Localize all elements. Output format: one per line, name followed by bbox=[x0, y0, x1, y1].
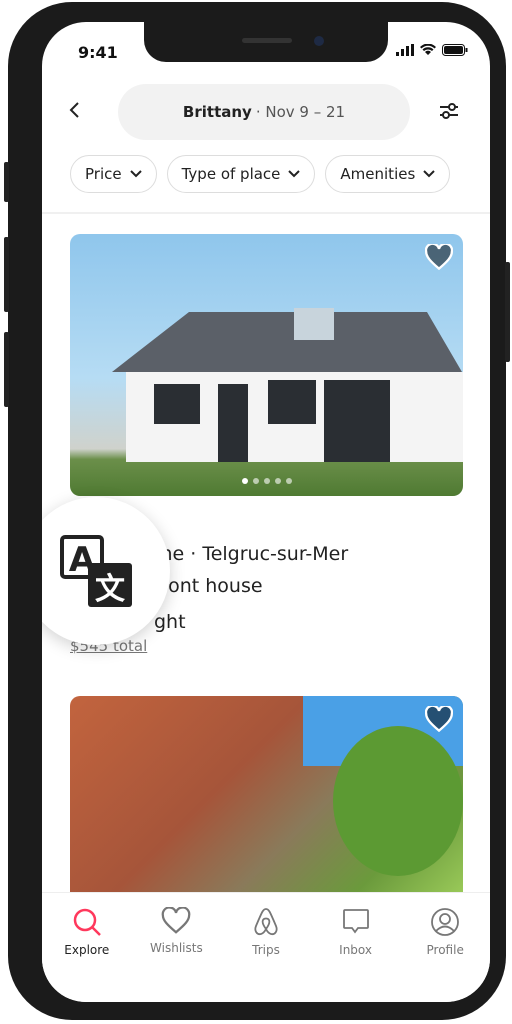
translate-overlay[interactable]: A 文 bbox=[42, 497, 170, 645]
bottom-tab-bar: Explore Wishlists Trips Inbox Profile bbox=[42, 892, 490, 1002]
listing-subtitle: front house bbox=[154, 575, 263, 597]
tab-label: Profile bbox=[426, 943, 464, 957]
search-location: Brittany bbox=[182, 103, 252, 121]
listing-price: ght bbox=[154, 611, 186, 633]
screen: 9:41 Brittany · Nov 9 – 21 Price Type of… bbox=[42, 22, 490, 1002]
chevron-down-icon bbox=[288, 170, 301, 178]
sliders-icon bbox=[440, 103, 458, 119]
house-image bbox=[98, 308, 463, 462]
search-icon bbox=[73, 908, 101, 936]
search-dates: · Nov 9 – 21 bbox=[255, 103, 346, 121]
chevron-down-icon bbox=[129, 170, 142, 178]
battery-icon bbox=[442, 44, 468, 56]
filter-type-of-place[interactable]: Type of place bbox=[166, 155, 316, 193]
airbnb-logo-icon bbox=[254, 908, 278, 936]
mute-switch bbox=[4, 162, 9, 202]
tab-profile[interactable]: Profile bbox=[405, 907, 485, 1002]
tab-label: Wishlists bbox=[150, 941, 203, 955]
wishlist-heart-button[interactable] bbox=[424, 704, 454, 736]
heart-icon bbox=[162, 907, 191, 934]
translate-icon: A 文 bbox=[60, 535, 132, 607]
listing-title: me · Telgruc-sur-Mer bbox=[154, 543, 349, 565]
signal-icon bbox=[396, 44, 414, 56]
tab-inbox[interactable]: Inbox bbox=[316, 907, 396, 1002]
svg-text:文: 文 bbox=[95, 572, 125, 607]
photo-pagination-dots bbox=[241, 478, 292, 484]
search-summary-button[interactable]: Brittany · Nov 9 – 21 bbox=[118, 84, 410, 140]
chevron-left-icon bbox=[69, 102, 79, 118]
status-time: 9:41 bbox=[78, 43, 118, 62]
tab-label: Trips bbox=[252, 943, 280, 957]
notch bbox=[144, 22, 388, 62]
listing-photo[interactable] bbox=[70, 234, 463, 496]
back-button[interactable] bbox=[68, 100, 82, 126]
header-divider bbox=[42, 212, 490, 214]
chip-label: Amenities bbox=[340, 165, 416, 183]
volume-up-button bbox=[4, 237, 9, 312]
listing-info[interactable]: me · Telgruc-sur-Mer front house ght bbox=[154, 538, 348, 638]
chip-label: Type of place bbox=[181, 165, 281, 183]
wishlist-heart-button[interactable] bbox=[424, 242, 454, 274]
tab-label: Inbox bbox=[339, 943, 372, 957]
filters-button[interactable] bbox=[438, 102, 460, 124]
tab-label: Explore bbox=[64, 943, 110, 957]
heart-icon bbox=[424, 704, 454, 733]
wifi-icon bbox=[420, 44, 436, 55]
profile-icon bbox=[431, 908, 460, 936]
tab-trips[interactable]: Trips bbox=[226, 907, 306, 1002]
status-icons bbox=[396, 44, 468, 56]
chip-label: Price bbox=[85, 165, 122, 183]
heart-icon bbox=[424, 242, 454, 271]
message-icon bbox=[342, 909, 369, 934]
filter-price[interactable]: Price bbox=[70, 155, 157, 193]
phone-frame: 9:41 Brittany · Nov 9 – 21 Price Type of… bbox=[4, 2, 510, 1020]
filter-amenities[interactable]: Amenities bbox=[325, 155, 451, 193]
filter-chips: Price Type of place Amenities bbox=[70, 155, 451, 193]
volume-down-button bbox=[4, 332, 9, 407]
tab-explore[interactable]: Explore bbox=[47, 907, 127, 1002]
listing-photo[interactable] bbox=[70, 696, 463, 906]
power-button bbox=[505, 262, 510, 362]
tab-wishlists[interactable]: Wishlists bbox=[136, 907, 216, 1002]
chevron-down-icon bbox=[423, 170, 435, 178]
